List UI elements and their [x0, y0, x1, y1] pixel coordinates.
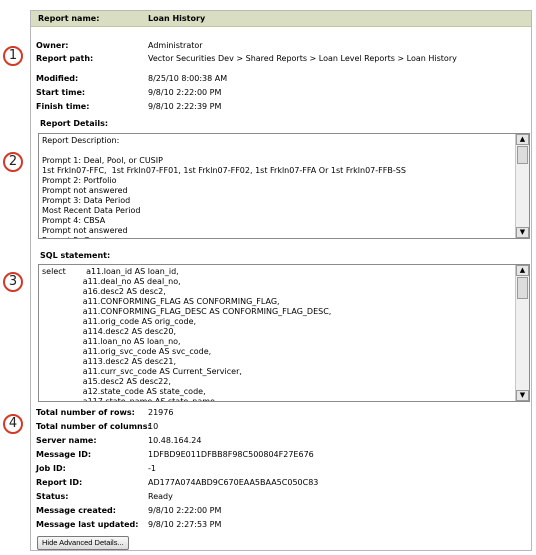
owner-label: Owner: [36, 41, 69, 50]
sql-statement-title: SQL statement: [40, 251, 111, 260]
sql-statement-textbox[interactable]: select a11.loan_id AS loan_id, a11.deal_… [38, 264, 530, 402]
report-id-value: AD177A074ABD9C670EAA5BAA5C050C83 [148, 478, 319, 487]
total-columns-value: 10 [148, 422, 159, 431]
modified-label: Modified: [36, 74, 79, 83]
callout-2: 2 [3, 152, 23, 172]
message-created-label: Message created: [36, 506, 116, 515]
status-label: Status: [36, 492, 69, 501]
owner-value: Administrator [148, 41, 203, 50]
status-value: Ready [148, 492, 173, 501]
report-name-value: Loan History [148, 14, 206, 23]
scroll-down-arrow-icon[interactable]: ▼ [516, 390, 529, 401]
total-columns-label: Total number of columns: [36, 422, 151, 431]
message-created-value: 9/8/10 2:22:00 PM [148, 506, 222, 515]
hide-advanced-details-button[interactable]: Hide Advanced Details... [37, 536, 129, 550]
callout-4: 4 [3, 414, 23, 434]
scroll-up-arrow-icon[interactable]: ▲ [516, 134, 529, 145]
scroll-thumb[interactable] [517, 146, 528, 164]
total-rows-value: 21976 [148, 408, 174, 417]
callout-3: 3 [3, 272, 23, 292]
report-details-text: Report Description: Prompt 1: Deal, Pool… [42, 136, 406, 238]
scroll-up-arrow-icon[interactable]: ▲ [516, 265, 529, 276]
total-rows-label: Total number of rows: [36, 408, 135, 417]
job-id-value: -1 [148, 464, 156, 473]
job-id-label: Job ID: [36, 464, 66, 473]
report-name-header: Report name: Loan History [31, 11, 531, 27]
message-id-value: 1DFBD9E011DFBB8F98C500804F27E676 [148, 450, 314, 459]
server-name-label: Server name: [36, 436, 97, 445]
finish-time-value: 9/8/10 2:22:39 PM [148, 102, 222, 111]
start-time-label: Start time: [36, 88, 86, 97]
message-id-label: Message ID: [36, 450, 92, 459]
message-last-updated-value: 9/8/10 2:27:53 PM [148, 520, 222, 529]
report-details-textbox[interactable]: Report Description: Prompt 1: Deal, Pool… [38, 133, 530, 239]
report-name-label: Report name: [38, 14, 100, 23]
sql-statement-scrollbar[interactable]: ▲ ▼ [515, 265, 529, 401]
message-last-updated-label: Message last updated: [36, 520, 139, 529]
start-time-value: 9/8/10 2:22:00 PM [148, 88, 222, 97]
report-details-title: Report Details: [40, 119, 109, 128]
modified-value: 8/25/10 8:00:38 AM [148, 74, 228, 83]
sql-statement-text: select a11.loan_id AS loan_id, a11.deal_… [42, 267, 332, 402]
scroll-down-arrow-icon[interactable]: ▼ [516, 227, 529, 238]
report-details-scrollbar[interactable]: ▲ ▼ [515, 134, 529, 238]
finish-time-label: Finish time: [36, 102, 90, 111]
report-id-label: Report ID: [36, 478, 83, 487]
report-details-panel: Report name: Loan History Owner: Adminis… [30, 10, 532, 551]
server-name-value: 10.48.164.24 [148, 436, 202, 445]
scroll-thumb[interactable] [517, 277, 528, 299]
report-path-label: Report path: [36, 54, 94, 63]
report-path-value: Vector Securities Dev > Shared Reports >… [148, 54, 457, 63]
callout-1: 1 [3, 46, 23, 66]
